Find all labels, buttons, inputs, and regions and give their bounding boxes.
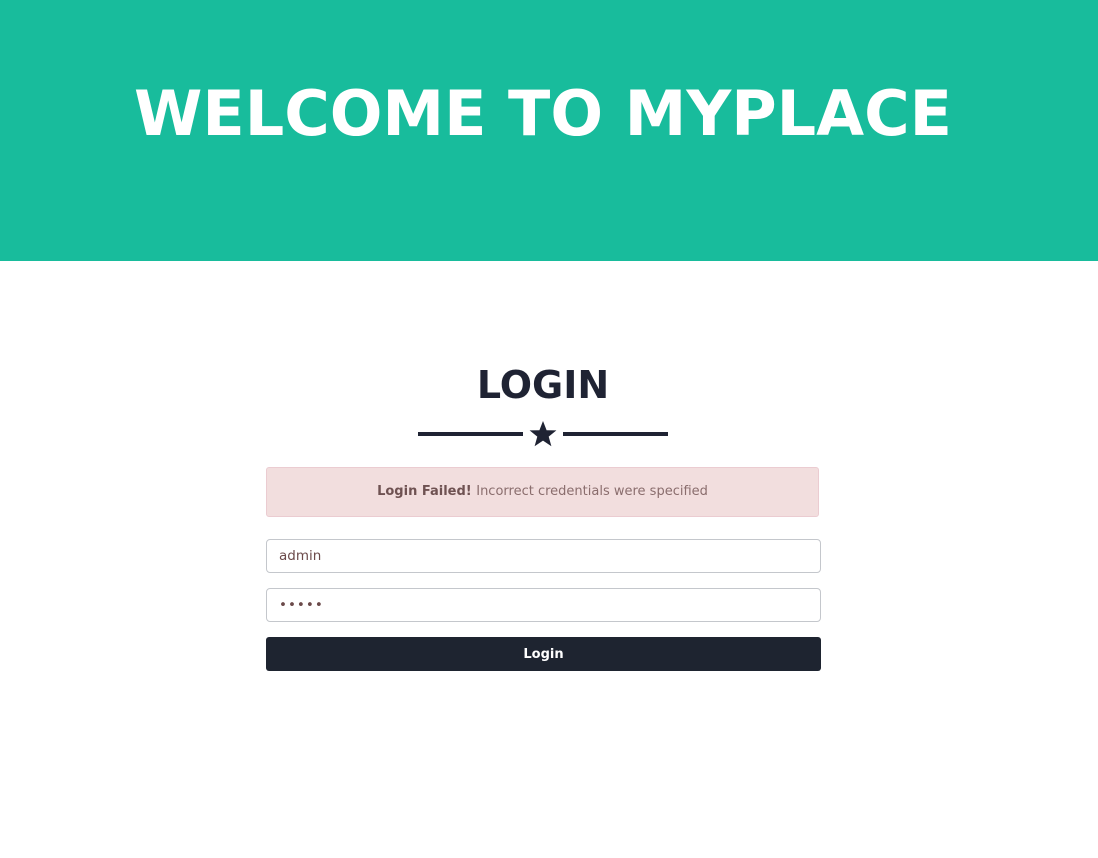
alert-message: Incorrect credentials were specified: [476, 484, 708, 499]
username-input[interactable]: [266, 539, 821, 573]
alert-title: Login Failed!: [377, 484, 477, 499]
hero-title: WELCOME TO MYPLACE: [133, 77, 953, 150]
heading-divider: [418, 420, 668, 448]
hero-banner: WELCOME TO MYPLACE: [0, 0, 1098, 261]
login-failed-alert: Login Failed! Incorrect credentials were…: [266, 467, 819, 517]
password-input[interactable]: [266, 588, 821, 622]
login-heading: LOGIN: [476, 363, 610, 407]
star-icon: [529, 421, 557, 447]
divider-line-left: [418, 432, 523, 436]
divider-line-right: [563, 432, 668, 436]
login-button[interactable]: Login: [266, 637, 821, 671]
